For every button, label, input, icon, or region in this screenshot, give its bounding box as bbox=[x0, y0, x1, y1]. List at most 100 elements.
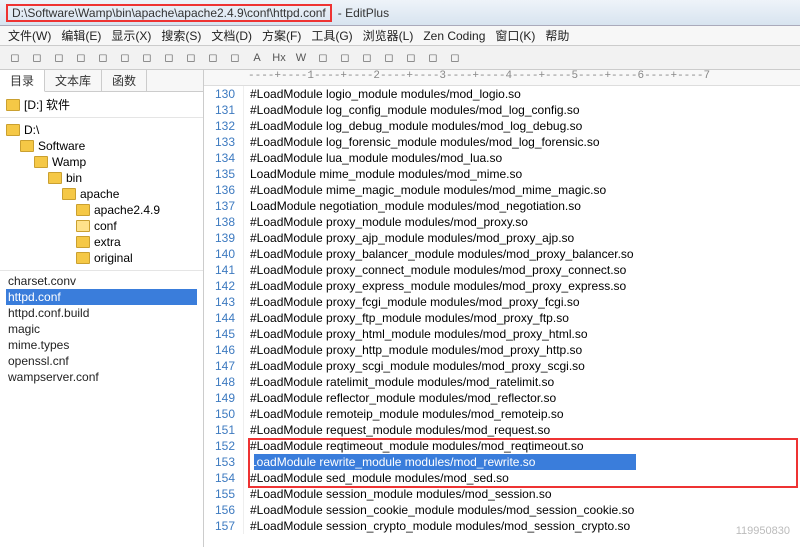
code-line[interactable]: 152#LoadModule reqtimeout_module modules… bbox=[204, 438, 800, 454]
tree-node[interactable]: bin bbox=[6, 170, 197, 186]
sidebar-tabs: 目录文本库函数 bbox=[0, 70, 203, 92]
tree-node[interactable]: conf bbox=[6, 218, 197, 234]
code-text: LoadModule rewrite_module modules/mod_re… bbox=[244, 454, 535, 470]
code-line[interactable]: 149#LoadModule reflector_module modules/… bbox=[204, 390, 800, 406]
tree-node[interactable]: apache bbox=[6, 186, 197, 202]
bookmark-icon[interactable]: ◻ bbox=[380, 49, 398, 67]
code-line[interactable]: 133#LoadModule log_forensic_module modul… bbox=[204, 134, 800, 150]
code-text: #LoadModule proxy_http_module modules/mo… bbox=[244, 342, 582, 358]
folder-icon bbox=[34, 156, 48, 168]
open-icon[interactable]: ◻ bbox=[28, 49, 46, 67]
sidebar-tab[interactable]: 文本库 bbox=[45, 70, 102, 91]
undo-icon[interactable]: ◻ bbox=[160, 49, 178, 67]
file-item[interactable]: wampserver.conf bbox=[6, 369, 197, 385]
menu-item[interactable]: 编辑(E) bbox=[61, 27, 101, 44]
menu-item[interactable]: 工具(G) bbox=[311, 27, 352, 44]
new-icon[interactable]: ◻ bbox=[6, 49, 24, 67]
menu-item[interactable]: 方案(F) bbox=[262, 27, 301, 44]
Hx-icon[interactable]: Hx bbox=[270, 49, 288, 67]
watermark: 119950830 bbox=[736, 525, 790, 537]
code-text: #LoadModule log_debug_module modules/mod… bbox=[244, 118, 582, 134]
tree-node[interactable]: Software bbox=[6, 138, 197, 154]
file-item[interactable]: charset.conv bbox=[6, 273, 197, 289]
code-line[interactable]: 150#LoadModule remoteip_module modules/m… bbox=[204, 406, 800, 422]
indent-icon[interactable]: ◻ bbox=[336, 49, 354, 67]
code-line[interactable]: 157#LoadModule session_crypto_module mod… bbox=[204, 518, 800, 534]
code-line[interactable]: 131#LoadModule log_config_module modules… bbox=[204, 102, 800, 118]
menu-item[interactable]: 搜索(S) bbox=[161, 27, 201, 44]
file-item[interactable]: openssl.cnf bbox=[6, 353, 197, 369]
print-icon[interactable]: ◻ bbox=[72, 49, 90, 67]
line-number: 135 bbox=[204, 166, 244, 182]
tree-label: conf bbox=[94, 219, 117, 233]
paste-icon[interactable]: ◻ bbox=[138, 49, 156, 67]
tree-node[interactable]: original bbox=[6, 250, 197, 266]
code-line[interactable]: 156#LoadModule session_cookie_module mod… bbox=[204, 502, 800, 518]
code-line[interactable]: 130#LoadModule logio_module modules/mod_… bbox=[204, 86, 800, 102]
comment-icon[interactable]: ◻ bbox=[402, 49, 420, 67]
replace-icon[interactable]: ◻ bbox=[226, 49, 244, 67]
code-line[interactable]: 145#LoadModule proxy_html_module modules… bbox=[204, 326, 800, 342]
file-item[interactable]: httpd.conf.build bbox=[6, 305, 197, 321]
code-text: LoadModule negotiation_module modules/mo… bbox=[244, 198, 581, 214]
code-text: #LoadModule session_crypto_module module… bbox=[244, 518, 630, 534]
code-area[interactable]: 130#LoadModule logio_module modules/mod_… bbox=[204, 86, 800, 547]
tree-node[interactable]: D:\ bbox=[6, 122, 197, 138]
code-line[interactable]: 155#LoadModule session_module modules/mo… bbox=[204, 486, 800, 502]
code-line[interactable]: 134#LoadModule lua_module modules/mod_lu… bbox=[204, 150, 800, 166]
code-line[interactable]: 153LoadModule rewrite_module modules/mod… bbox=[204, 454, 800, 470]
redo-icon[interactable]: ◻ bbox=[182, 49, 200, 67]
code-line[interactable]: 143#LoadModule proxy_fcgi_module modules… bbox=[204, 294, 800, 310]
sidebar-tab[interactable]: 目录 bbox=[0, 70, 45, 92]
folder-icon bbox=[20, 140, 34, 152]
ruler: ----+----1----+----2----+----3----+----4… bbox=[204, 70, 800, 86]
file-item[interactable]: mime.types bbox=[6, 337, 197, 353]
code-line[interactable]: 135LoadModule mime_module modules/mod_mi… bbox=[204, 166, 800, 182]
menu-item[interactable]: 文档(D) bbox=[211, 27, 252, 44]
code-line[interactable]: 147#LoadModule proxy_scgi_module modules… bbox=[204, 358, 800, 374]
copy-icon[interactable]: ◻ bbox=[116, 49, 134, 67]
code-line[interactable]: 136#LoadModule mime_magic_module modules… bbox=[204, 182, 800, 198]
menu-item[interactable]: 浏览器(L) bbox=[363, 27, 414, 44]
code-line[interactable]: 142#LoadModule proxy_express_module modu… bbox=[204, 278, 800, 294]
code-line[interactable]: 148#LoadModule ratelimit_module modules/… bbox=[204, 374, 800, 390]
code-text: #LoadModule proxy_ajp_module modules/mod… bbox=[244, 230, 574, 246]
A-icon[interactable]: A bbox=[248, 49, 266, 67]
code-line[interactable]: 144#LoadModule proxy_ftp_module modules/… bbox=[204, 310, 800, 326]
code-line[interactable]: 140#LoadModule proxy_balancer_module mod… bbox=[204, 246, 800, 262]
wrap-icon[interactable]: ◻ bbox=[424, 49, 442, 67]
code-line[interactable]: 154#LoadModule sed_module modules/mod_se… bbox=[204, 470, 800, 486]
menu-item[interactable]: 显示(X) bbox=[111, 27, 151, 44]
code-line[interactable]: 141#LoadModule proxy_connect_module modu… bbox=[204, 262, 800, 278]
outdent-icon[interactable]: ◻ bbox=[358, 49, 376, 67]
drive-icon bbox=[6, 99, 20, 111]
menu-item[interactable]: Zen Coding bbox=[423, 29, 485, 43]
tree-node[interactable]: Wamp bbox=[6, 154, 197, 170]
code-line[interactable]: 139#LoadModule proxy_ajp_module modules/… bbox=[204, 230, 800, 246]
code-line[interactable]: 151#LoadModule request_module modules/mo… bbox=[204, 422, 800, 438]
code-line[interactable]: 146#LoadModule proxy_http_module modules… bbox=[204, 342, 800, 358]
zoom-icon[interactable]: ◻ bbox=[446, 49, 464, 67]
W-icon[interactable]: W bbox=[292, 49, 310, 67]
file-item[interactable]: httpd.conf bbox=[6, 289, 197, 305]
menu-item[interactable]: 文件(W) bbox=[8, 27, 51, 44]
code-line[interactable]: 132#LoadModule log_debug_module modules/… bbox=[204, 118, 800, 134]
find-icon[interactable]: ◻ bbox=[204, 49, 222, 67]
line-number: 157 bbox=[204, 518, 244, 534]
file-item[interactable]: magic bbox=[6, 321, 197, 337]
menu-item[interactable]: 帮助 bbox=[545, 27, 569, 44]
tree-node[interactable]: apache2.4.9 bbox=[6, 202, 197, 218]
code-line[interactable]: 138#LoadModule proxy_module modules/mod_… bbox=[204, 214, 800, 230]
cut-icon[interactable]: ◻ bbox=[94, 49, 112, 67]
tree-node[interactable]: extra bbox=[6, 234, 197, 250]
code-line[interactable]: 137LoadModule negotiation_module modules… bbox=[204, 198, 800, 214]
menu-item[interactable]: 窗口(K) bbox=[495, 27, 535, 44]
folder-icon bbox=[76, 252, 90, 264]
save-icon[interactable]: ◻ bbox=[50, 49, 68, 67]
tree-label: Wamp bbox=[52, 155, 86, 169]
sidebar-tab[interactable]: 函数 bbox=[102, 70, 147, 91]
drive-selector[interactable]: [D:] 软件 bbox=[0, 92, 203, 118]
spell-icon[interactable]: ◻ bbox=[314, 49, 332, 67]
folder-tree: D:\SoftwareWampbinapacheapache2.4.9confe… bbox=[0, 118, 203, 271]
line-number: 138 bbox=[204, 214, 244, 230]
